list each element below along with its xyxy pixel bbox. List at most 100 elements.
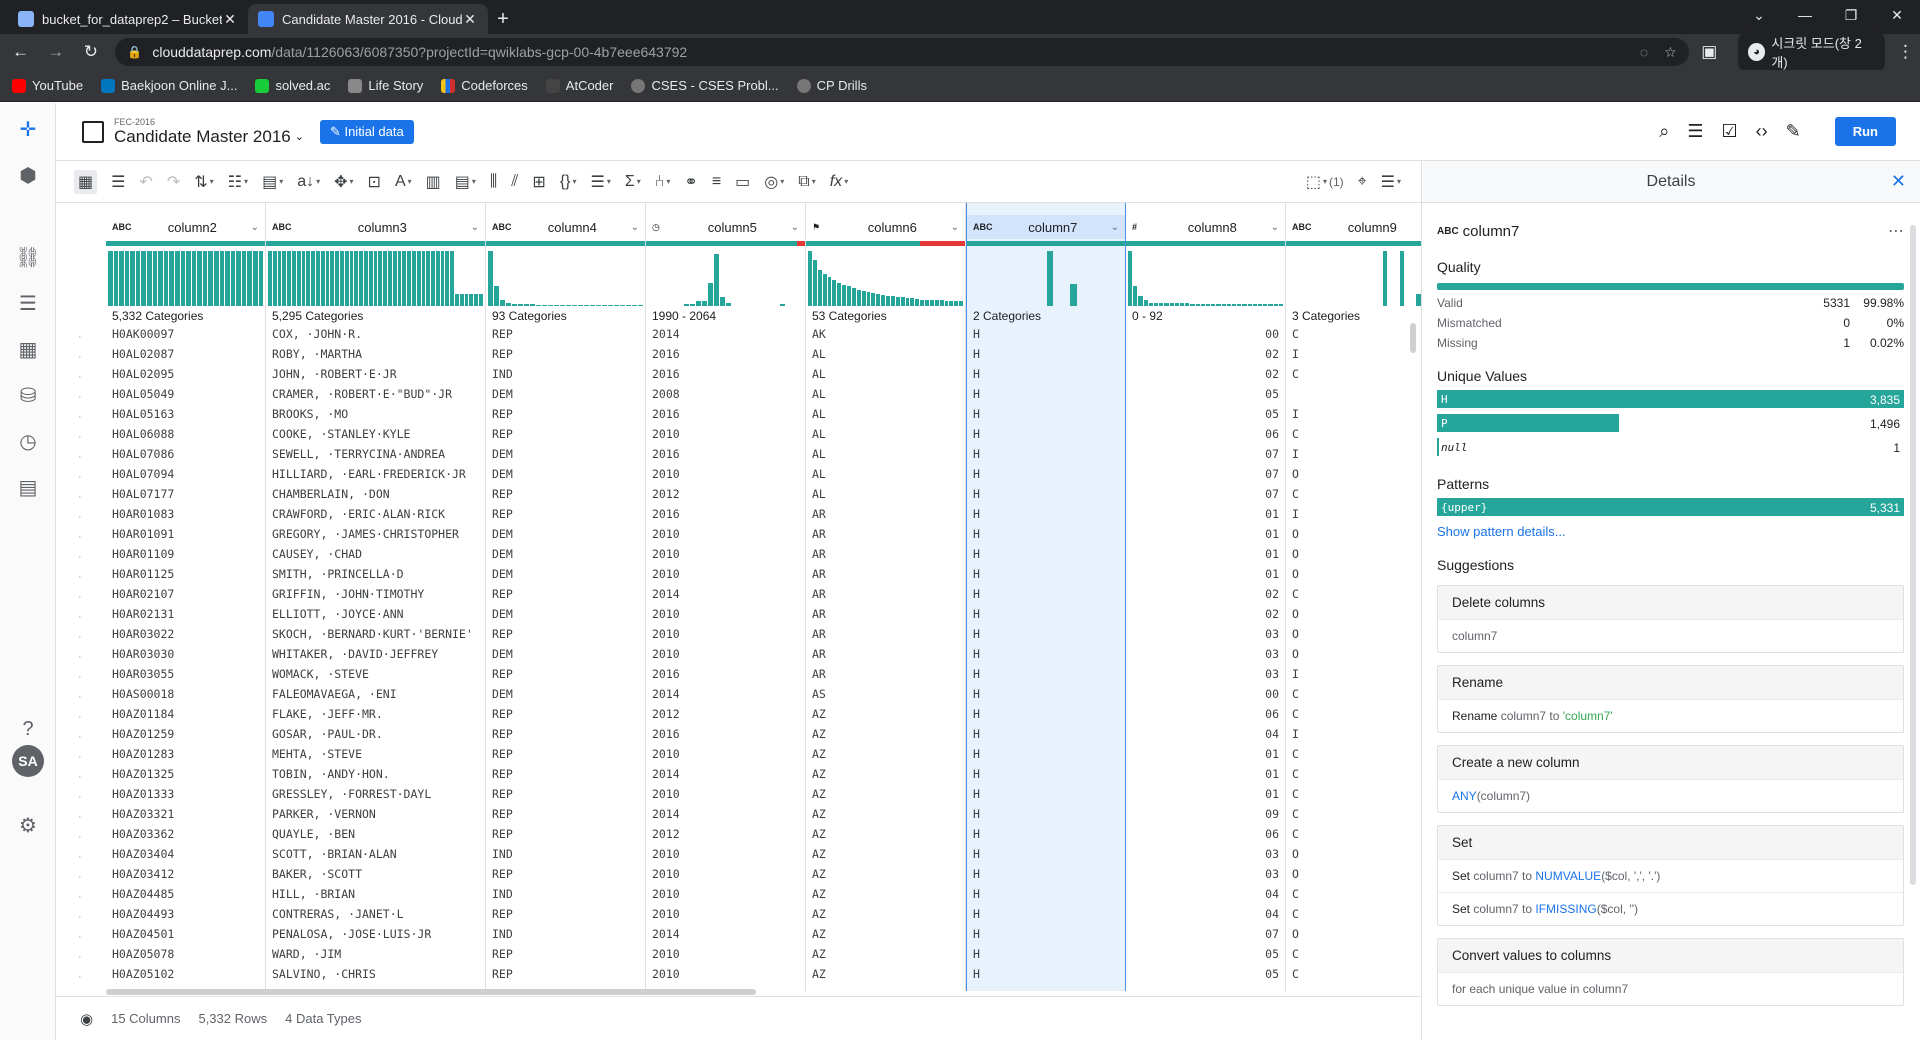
table-cell[interactable]: IND: [492, 927, 639, 941]
histogram-bar[interactable]: [141, 250, 147, 306]
column-header[interactable]: ABC column3 ⌄: [266, 215, 485, 239]
histogram-bar[interactable]: [856, 289, 861, 306]
format-icon[interactable]: ▤ ▾: [262, 172, 283, 192]
table-cell[interactable]: REP: [492, 487, 639, 501]
flag-icon[interactable]: ⚑: [812, 222, 834, 233]
table-cell[interactable]: H0AZ01325: [112, 767, 259, 781]
quality-row-valid[interactable]: Valid 5331 99.98%: [1437, 296, 1904, 310]
table-cell[interactable]: 2010: [652, 887, 799, 901]
table-cell[interactable]: AZ: [812, 967, 959, 981]
table-cell[interactable]: 2014: [652, 927, 799, 941]
table-cell[interactable]: C: [1292, 487, 1421, 501]
histogram-bar[interactable]: [354, 250, 359, 306]
histogram-bar[interactable]: [890, 296, 895, 306]
column-quality-bar[interactable]: [106, 241, 265, 246]
bookmark-cses[interactable]: CSES - CSES Probl...: [631, 78, 779, 93]
table-cell[interactable]: C: [1292, 907, 1421, 921]
search-icon[interactable]: ⌕: [1659, 121, 1669, 142]
histogram-bar[interactable]: [851, 288, 856, 306]
table-cell[interactable]: 2010: [652, 427, 799, 441]
table-cell[interactable]: H0AZ03362: [112, 827, 259, 841]
histogram-bar[interactable]: [566, 304, 571, 306]
table-cell[interactable]: 2010: [652, 647, 799, 661]
details-scrollbar[interactable]: [1910, 225, 1916, 885]
table-cell[interactable]: 2010: [652, 527, 799, 541]
histogram-bar[interactable]: [876, 294, 881, 306]
histogram-bar[interactable]: [638, 304, 643, 306]
histogram-bar[interactable]: [949, 300, 954, 306]
text-icon[interactable]: A ▾: [395, 173, 412, 191]
bookmark-solvedac[interactable]: solved.ac: [255, 78, 330, 93]
histogram-bar[interactable]: [230, 250, 236, 306]
histogram-bar[interactable]: [306, 250, 311, 306]
table-cell[interactable]: 2010: [652, 907, 799, 921]
histogram-bar[interactable]: [1143, 300, 1148, 306]
new-tab-button[interactable]: +: [488, 4, 518, 34]
table-cell[interactable]: H: [973, 967, 1119, 981]
histogram-bar[interactable]: [780, 304, 785, 306]
table-cell[interactable]: 04: [1132, 727, 1279, 741]
histogram-bar[interactable]: [296, 250, 301, 306]
histogram-bar[interactable]: [1195, 303, 1200, 306]
grid-view-icon[interactable]: ▦: [74, 169, 98, 194]
histogram-bar[interactable]: [119, 250, 124, 306]
histogram-bar[interactable]: [130, 250, 135, 306]
table-cell[interactable]: H0AZ01184: [112, 707, 259, 721]
table-cell[interactable]: 02: [1132, 607, 1279, 621]
table-cell[interactable]: 07: [1132, 487, 1279, 501]
histogram-bar[interactable]: [455, 294, 459, 306]
table-cell[interactable]: AZ: [812, 947, 959, 961]
table-cell[interactable]: C: [1292, 767, 1421, 781]
table-cell[interactable]: H0AZ01333: [112, 787, 259, 801]
histogram-bar[interactable]: [421, 250, 426, 306]
table-cell[interactable]: AR: [812, 647, 959, 661]
table-cell[interactable]: C: [1292, 707, 1421, 721]
table-cell[interactable]: 2010: [652, 467, 799, 481]
histogram-bar[interactable]: [407, 250, 411, 306]
filter-icon[interactable]: ☰ ▾: [591, 172, 611, 192]
table-cell[interactable]: C: [1292, 747, 1421, 761]
unique-value-bar[interactable]: null 1: [1437, 438, 1904, 458]
table-cell[interactable]: REP: [492, 627, 639, 641]
code-icon[interactable]: ‹›: [1756, 121, 1768, 142]
histogram-bar[interactable]: [440, 250, 445, 306]
histogram-bar[interactable]: [542, 304, 547, 306]
histogram-bar[interactable]: [258, 250, 264, 306]
initial-data-badge[interactable]: ✎ Initial data: [319, 119, 414, 144]
dataset-title-dropdown[interactable]: Candidate Master 2016 ⌄: [114, 127, 304, 147]
histogram-bar[interactable]: [402, 250, 407, 306]
histogram-bar[interactable]: [335, 250, 339, 306]
column-quality-bar[interactable]: [967, 241, 1125, 246]
histogram-bar[interactable]: [1211, 303, 1216, 306]
histogram-bar[interactable]: [812, 259, 817, 306]
table-cell[interactable]: 03: [1132, 847, 1279, 861]
histogram-bar[interactable]: [291, 250, 296, 306]
comment-icon[interactable]: ▭: [735, 172, 750, 192]
histogram-bar[interactable]: [241, 250, 247, 306]
table-cell[interactable]: H0AZ01283: [112, 747, 259, 761]
table-cell[interactable]: O: [1292, 547, 1421, 561]
table-cell[interactable]: AL: [812, 427, 959, 441]
column-quality-bar[interactable]: [1126, 241, 1285, 246]
table-cell[interactable]: DEM: [492, 467, 639, 481]
table-cell[interactable]: 2010: [652, 967, 799, 981]
histogram-bar[interactable]: [530, 304, 535, 306]
calculate-icon[interactable]: ▥: [426, 172, 441, 192]
type-convert-icon[interactable]: ⇅ ▾: [194, 172, 213, 192]
table-cell[interactable]: 09: [1132, 807, 1279, 821]
table-cell[interactable]: AZ: [812, 807, 959, 821]
table-cell[interactable]: H: [973, 607, 1119, 621]
table-cell[interactable]: REP: [492, 747, 639, 761]
column-header[interactable]: ◷ column5 ⌄: [646, 215, 805, 239]
table-cell[interactable]: DEM: [492, 447, 639, 461]
integer-type-icon[interactable]: #: [1132, 222, 1154, 232]
histogram-bar[interactable]: [1258, 303, 1263, 306]
histogram-bar[interactable]: [113, 250, 119, 306]
selection-icon[interactable]: ⬚ ▾ (1): [1306, 172, 1344, 192]
histogram-bar[interactable]: [708, 282, 713, 306]
table-cell[interactable]: HILLIARD, ·EARL·FREDERICK·JR: [272, 467, 479, 481]
split-icon[interactable]: ⫼: [490, 173, 497, 191]
histogram-bar[interactable]: [1169, 303, 1174, 306]
table-cell[interactable]: H: [973, 827, 1119, 841]
table-cell[interactable]: PARKER, ·VERNON: [272, 807, 479, 821]
